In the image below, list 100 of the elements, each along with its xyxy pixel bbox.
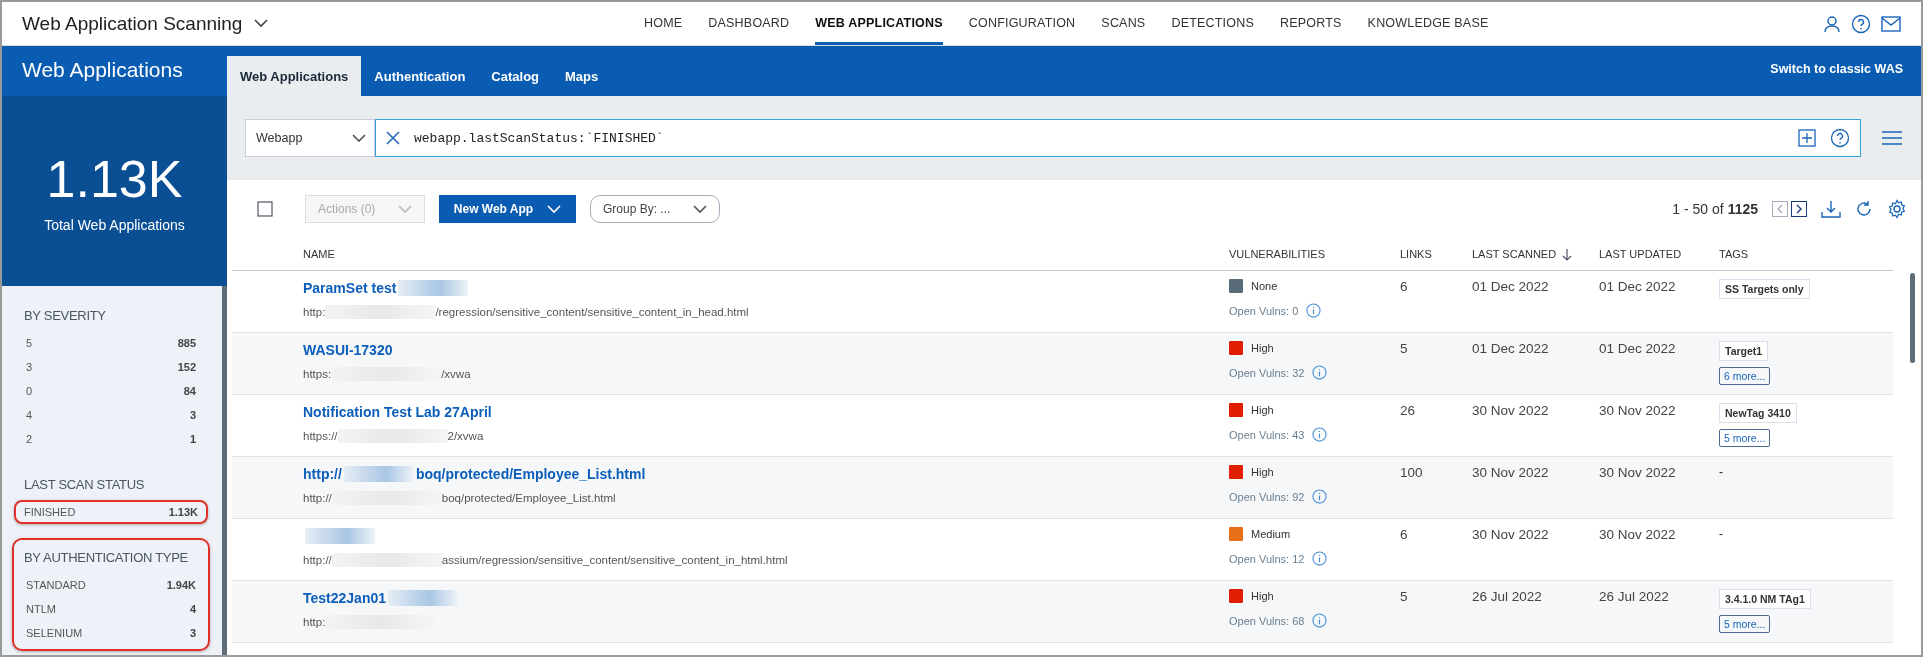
filter-label: 2 [26,433,33,445]
filter-item[interactable]: STANDARD 1.94K [24,573,198,597]
tab[interactable]: Maps [552,56,612,96]
group-by-dropdown[interactable]: Group By: ... [590,195,720,223]
app-url: https:// [303,429,338,442]
total-label: Total Web Applications [44,217,185,233]
last-updated-date: 01 Dec 2022 [1599,279,1676,294]
severity-label: Medium [1251,528,1291,540]
open-vulns-count: Open Vulns: 68 [1229,614,1305,627]
empty-tags: - [1719,465,1723,479]
app-menu-chevron-icon [254,19,269,28]
section-title: LAST SCAN STATUS [24,477,146,492]
filter-label: 3 [26,361,33,373]
more-tags-link[interactable]: 5 more... [1719,429,1771,447]
scope-dropdown[interactable]: Webapp [245,119,375,157]
total-count: 1.13K [46,149,183,209]
nav-item[interactable]: SCANS [1101,2,1146,45]
filter-count: 4 [189,603,196,615]
clear-icon[interactable] [386,131,400,145]
more-tags-link[interactable]: 6 more... [1719,367,1771,385]
scrollbar[interactable] [1910,273,1915,363]
info-icon[interactable] [1312,427,1328,442]
app-name-link[interactable]: WASUI-17320 [303,342,393,358]
pagination-range: 1 - 50 of [1672,201,1724,217]
filter-count: 1.13K [168,506,198,518]
download-icon[interactable] [1821,200,1841,218]
filter-label: 0 [26,385,33,397]
filter-item[interactable]: 4 3 [24,403,198,427]
links-count: 26 [1400,402,1417,420]
filter-item[interactable]: NTLM 4 [24,597,198,621]
info-icon[interactable] [1312,613,1328,628]
filter-label: 4 [26,409,33,421]
new-web-app-button[interactable]: New Web App [439,195,576,223]
open-vulns-count: Open Vulns: 0 [1229,304,1299,317]
add-icon[interactable] [1798,129,1816,147]
app-url: https: [303,367,332,380]
last-updated-date: 30 Nov 2022 [1599,403,1676,418]
filter-label: NTLM [26,603,56,615]
last-updated-date: 30 Nov 2022 [1599,527,1676,542]
help-icon[interactable] [1830,128,1850,148]
column-header[interactable]: NAME [303,247,335,261]
section-title: BY SEVERITY [24,308,107,323]
nav-item[interactable]: DETECTIONS [1171,2,1254,45]
info-icon[interactable] [1312,365,1328,380]
nav-item[interactable]: KNOWLEDGE BASE [1367,2,1489,45]
info-icon[interactable] [1312,489,1328,504]
filter-label: 5 [26,337,33,349]
filter-item[interactable]: 2 1 [24,427,198,451]
last-updated-date: 30 Nov 2022 [1599,465,1676,480]
app-url: http:// [303,553,332,566]
column-header[interactable]: LAST SCANNED [1472,247,1573,261]
app-name-link[interactable]: boq/protected/Employee_List.html [415,466,646,482]
next-page-icon[interactable] [1791,201,1807,217]
nav-item[interactable]: REPORTS [1280,2,1342,45]
column-header[interactable]: VULNERABILITIES [1229,247,1325,261]
nav-item[interactable]: DASHBOARD [708,2,790,45]
app-name-link[interactable]: http:// [303,466,342,482]
filter-item[interactable]: 3 152 [24,355,198,379]
app-name-link[interactable]: Notification Test Lab 27April [303,404,492,420]
app-name-link[interactable]: Test22Jan01 [303,590,386,606]
info-icon[interactable] [1312,551,1328,566]
links-count: 5 [1400,340,1409,358]
sort-down-icon[interactable] [1562,247,1573,261]
tab[interactable]: Catalog [478,56,552,96]
help-icon[interactable] [1851,13,1871,34]
app-name-link[interactable]: ParamSet test [303,280,397,296]
links-count: 100 [1400,464,1424,482]
tab[interactable]: Authentication [361,56,479,96]
links-count: 5 [1400,588,1409,606]
filter-item[interactable]: 5 885 [24,331,198,355]
app-title: Web Application Scanning [22,12,243,35]
info-icon[interactable] [1306,303,1322,318]
settings-icon[interactable] [1887,199,1907,219]
app-url: assium/regression/sensitive_content/sensitive_content_in_html.html [441,553,788,566]
chevron-down-icon [693,204,707,214]
column-header[interactable]: TAGS [1719,247,1749,261]
filter-item[interactable]: FINISHED 1.13K [14,500,208,524]
menu-icon[interactable] [1881,130,1903,146]
app-url: 2/xvwa [447,429,484,442]
app-url: /regression/sensitive_content/sensitive_content_in_head.html [435,305,749,318]
tab[interactable]: Web Applications [227,56,362,96]
filter-label: SELENIUM [26,627,83,639]
search-field[interactable]: webapp.lastScanStatus:`FINISHED` [375,119,1861,157]
nav-item[interactable]: CONFIGURATION [968,2,1076,45]
select-all-checkbox[interactable] [257,201,273,217]
filter-label: STANDARD [26,579,86,591]
blurred-patch [305,528,375,544]
nav-item[interactable]: HOME [644,2,683,45]
column-header[interactable]: LINKS [1400,247,1432,261]
app-url: http: [303,305,326,318]
column-header[interactable]: LAST UPDATED [1599,247,1682,261]
more-tags-link[interactable]: 5 more... [1719,615,1771,633]
filter-item[interactable]: SELENIUM 3 [24,621,198,645]
switch-link[interactable]: Switch to classic WAS [1770,46,1921,96]
empty-tags: - [1719,527,1723,541]
mail-icon[interactable] [1881,15,1901,32]
severity-label: High [1251,590,1274,602]
user-icon[interactable] [1823,14,1841,33]
refresh-icon[interactable] [1855,200,1873,218]
filter-item[interactable]: 0 84 [24,379,198,403]
